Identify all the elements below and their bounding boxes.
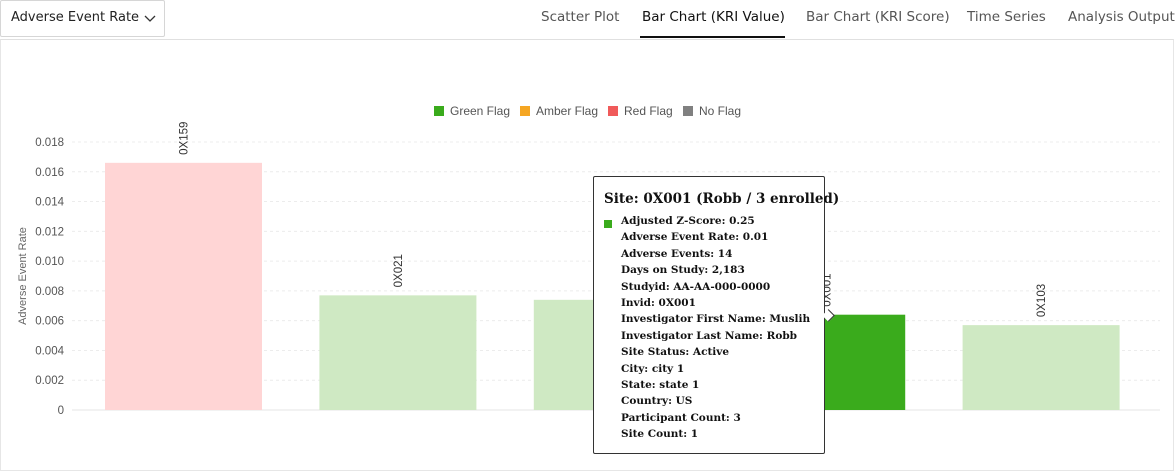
bar-0x021[interactable] [319,295,477,410]
tooltip-title: Site: 0X001 (Robb / 3 enrolled) [604,191,840,207]
legend-swatch [683,106,693,116]
bar-0x103[interactable] [962,325,1120,410]
y-tick-label: 0.010 [35,256,64,268]
legend-label[interactable]: Red Flag [624,104,673,118]
legend-swatch [434,106,444,116]
tooltip-row: Investigator First Name: Muslih [621,313,811,326]
tooltip-row: Adjusted Z-Score: 0.25 [621,215,755,227]
bar-label: 0X159 [179,122,191,155]
legend-label[interactable]: Amber Flag [536,104,598,118]
tooltip-row: Investigator Last Name: Robb [621,329,798,342]
tooltip-row: Country: US [621,395,693,408]
y-tick-label: 0.002 [35,375,64,387]
site-tooltip: Site: 0X001 (Robb / 3 enrolled) Adjusted… [593,176,839,454]
y-tick-label: 0 [58,405,64,417]
chart-legend: Green Flag Amber Flag Red Flag No Flag [434,104,741,118]
legend-swatch [608,106,618,116]
tooltip-row: Studyid: AA-AA-000-0000 [621,280,771,293]
tooltip-row: Site Status: Active [621,346,730,359]
tooltip-row: City: city 1 [621,362,685,375]
tooltip-row: Site Count: 1 [621,428,699,441]
bar-label: 0X103 [1036,284,1048,317]
legend-label[interactable]: Green Flag [450,104,510,118]
tooltip-row: Adverse Events: 14 [621,247,733,260]
tooltip-row: State: state 1 [621,379,700,391]
y-axis-label: Adverse Event Rate [17,227,29,325]
bar-chart: 0 0.002 0.004 0.006 0.008 0.010 0.012 0.014 0.01… [17,104,1160,417]
y-tick-label: 0.018 [35,137,64,149]
y-tick-label: 0.016 [35,167,64,179]
y-tick-label: 0.012 [35,226,64,238]
tooltip-row: Invid: 0X001 [621,297,696,309]
tooltip-row: Days on Study: 2,183 [621,264,745,277]
tooltip-row: Participant Count: 3 [621,411,741,424]
y-tick-label: 0.006 [35,316,64,328]
tooltip-row: Adverse Event Rate: 0.01 [621,231,769,244]
legend-label[interactable]: No Flag [699,104,741,118]
y-tick-label: 0.008 [35,286,64,298]
bar-label: 0X021 [393,254,405,287]
bar-highlight[interactable] [818,314,906,410]
tooltip-series-swatch [604,220,612,228]
y-tick-label: 0.004 [35,345,64,357]
y-tick-label: 0.014 [35,197,64,209]
bar-0x159[interactable] [105,162,262,410]
legend-swatch [520,106,530,116]
y-axis-ticks: 0 0.002 0.004 0.006 0.008 0.010 0.012 0.014 0.01… [35,137,64,417]
